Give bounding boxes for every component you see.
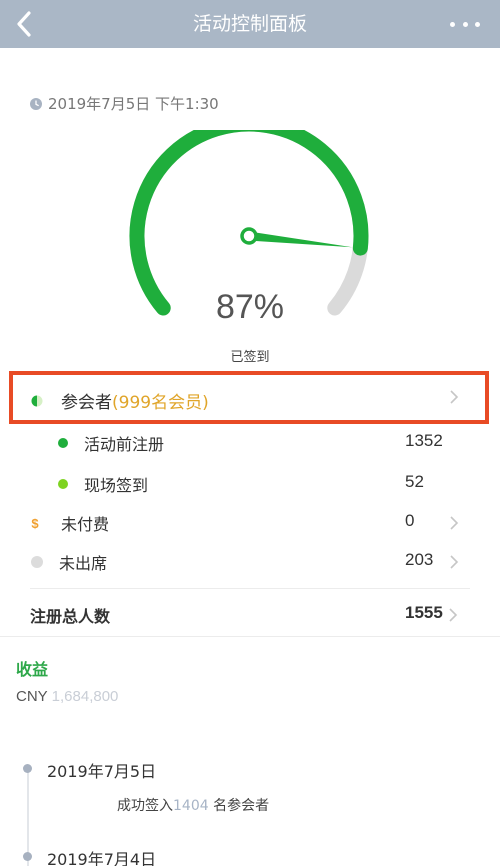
attendees-label: 参会者 (61, 393, 112, 413)
page-title: 活动控制面板 (192, 13, 307, 35)
absent-dot-icon (31, 556, 43, 568)
event-datetime-text: 2019年7月5日 下午1:30 (48, 95, 219, 113)
checkin-percent: 87% (215, 288, 285, 326)
stat-label: 未付费 (61, 515, 110, 534)
gauge-hub (240, 227, 258, 245)
checkin-count: 1404 (173, 798, 209, 814)
attendee-status-icon (31, 395, 43, 406)
divider (0, 636, 500, 637)
gauge-needle (248, 231, 353, 248)
stat-label: 活动前注册 (84, 435, 165, 454)
timeline-dot (23, 764, 32, 773)
clock-icon (30, 97, 42, 110)
timeline-entry: 成功签入1404 名参会者 (117, 798, 270, 814)
stat-value: 203 (405, 550, 434, 569)
stat-row-unpaid[interactable]: $ 未付费 0 (0, 503, 500, 537)
revenue-line: CNY 1,684,800 (16, 688, 118, 705)
stat-value: 0 (405, 511, 415, 530)
dollar-icon: $ (31, 516, 39, 530)
revenue-currency: CNY (16, 688, 48, 705)
total-value: 1555 (405, 603, 443, 622)
checkin-caption: 已签到 (230, 350, 270, 365)
timeline-dot (23, 852, 32, 861)
attendees-member-count: (999名会员) (112, 393, 209, 413)
total-label: 注册总人数 (30, 607, 111, 626)
stat-row-preregistered: 活动前注册 1352 (0, 423, 500, 457)
attendees-row[interactable]: 参会者 (999名会员) (9, 371, 489, 424)
stat-row-onsite-checkin: 现场签到 52 (0, 464, 500, 498)
revenue-amount: 1,684,800 (51, 688, 119, 705)
timeline-date: 2019年7月4日 (47, 850, 157, 866)
stat-value: 1352 (405, 431, 443, 450)
more-dots-icon (450, 21, 455, 27)
revenue-title: 收益 (16, 660, 49, 679)
stat-label: 现场签到 (84, 476, 149, 495)
divider (30, 588, 470, 589)
event-datetime: 2019年7月5日 下午1:30 (30, 93, 219, 114)
more-button[interactable] (450, 14, 480, 34)
chevron-right-icon (450, 516, 459, 530)
stat-row-absent[interactable]: 未出席 203 (0, 542, 500, 576)
nav-bar: 活动控制面板 (0, 0, 500, 48)
gauge-fill (129, 130, 369, 316)
stat-label: 未出席 (59, 554, 108, 573)
svg-text:$: $ (31, 516, 39, 530)
stat-value: 52 (405, 472, 424, 491)
timeline-date: 2019年7月5日 (47, 762, 157, 781)
preregistered-dot-icon (58, 438, 68, 448)
chevron-right-icon (450, 555, 459, 569)
chevron-right-icon (450, 390, 459, 404)
onsite-dot-icon (58, 479, 68, 489)
chevron-right-icon (449, 608, 458, 622)
total-registrations-row[interactable]: 注册总人数 1555 (30, 603, 470, 629)
